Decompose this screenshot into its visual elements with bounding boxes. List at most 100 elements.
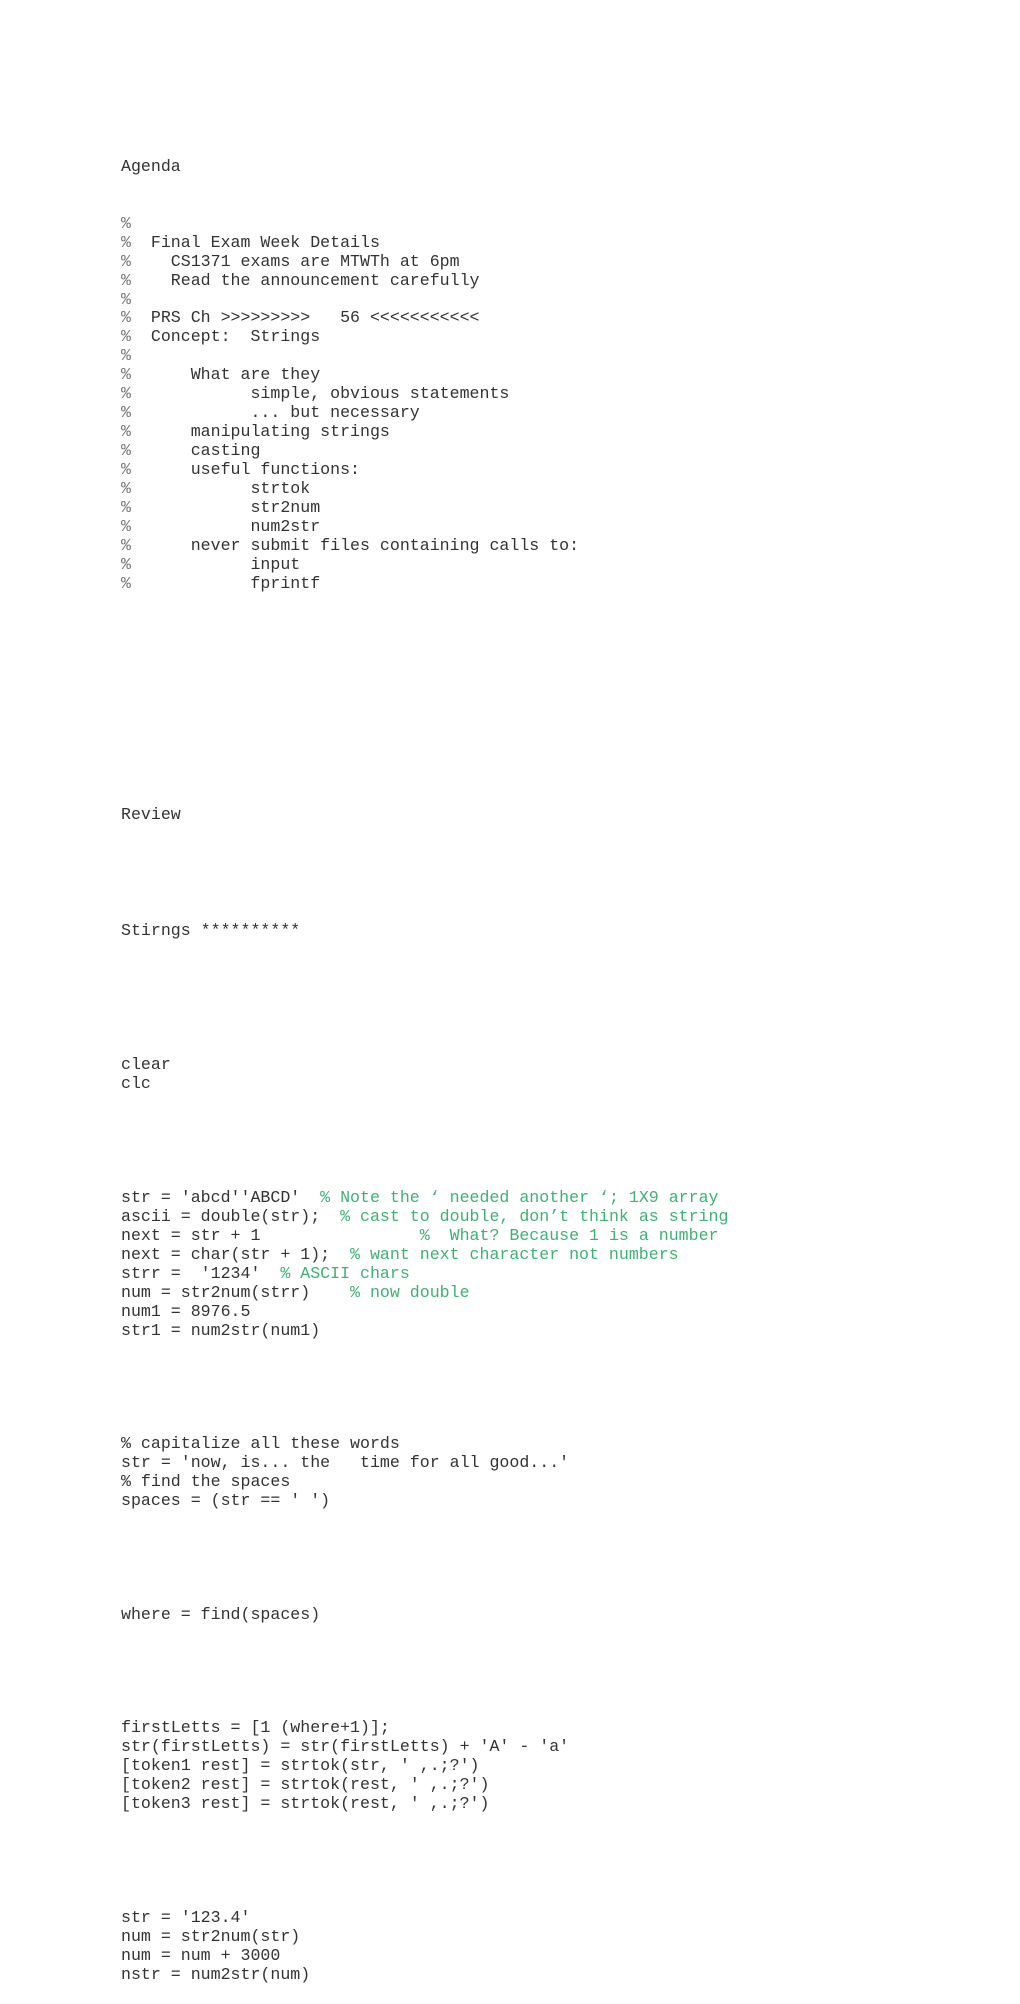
agenda-line-text: PRS Ch >>>>>>>>> 56 <<<<<<<<<<< [130,308,480,328]
agenda-line: % [121,289,728,310]
comment-marker: % [121,535,131,555]
comment-marker: % [121,308,131,328]
agenda-line: % PRS Ch >>>>>>>>> 56 <<<<<<<<<<< [121,308,728,328]
agenda-line-text: Final Exam Week Details [130,232,380,252]
agenda-line: % fprintf [121,573,728,594]
comment-marker: % [121,441,131,460]
code-comment: % want next character not numbers [350,1244,679,1264]
code-comment: % cast to double, don’t think as string [340,1206,729,1226]
code-line: clc [121,1074,151,1094]
agenda-line: % [121,346,728,366]
agenda-line: % casting [121,441,728,461]
comment-marker: % [121,516,131,536]
code-line: str1 = num2str(num1) [121,1320,728,1341]
code-line: % find the spaces [121,1472,291,1492]
review-heading: Review [121,804,181,824]
comment-marker: % [121,384,131,404]
agenda-line: % manipulating strings [121,422,728,442]
code-line: next = str + 1 % What? Because 1 is a nu… [121,1225,728,1246]
agenda-line-text: input [130,554,301,574]
agenda-list: %% Final Exam Week Details% CS1371 exams… [121,213,728,594]
code-line: str = 'now, is... the time for all good.… [121,1453,570,1473]
code-block-str2num: str = '123.4' num = str2num(str) num = num… [121,1907,728,1985]
code-line: str = '123.4' [121,1907,251,1927]
comment-marker: % [121,573,131,593]
code-line: spaces = (str == ' ') [121,1491,331,1511]
comment-marker: % [121,365,131,385]
agenda-line-text: fprintf [130,573,321,593]
comment-marker: % [121,403,131,423]
code-line: num1 = 8976.5 [121,1302,728,1322]
code-comment: % now double [350,1282,470,1302]
code-line: firstLetts = [1 (where+1)]; [121,1718,390,1738]
agenda-line-text: casting [130,441,261,460]
agenda-line: % What are they [121,365,728,385]
code-line: next = char(str + 1); % want next charac… [121,1244,728,1265]
comment-marker: % [121,554,131,574]
code-line: % capitalize all these words [121,1434,400,1454]
agenda-line-text: num2str [130,516,321,536]
code-text: ascii = double(str); [121,1206,341,1226]
code-line: ascii = double(str); % cast to double, d… [121,1206,729,1227]
agenda-line: % never submit files containing calls to… [121,535,728,556]
agenda-line: % useful functions: [121,459,728,480]
agenda-line-text: What are they [130,365,321,385]
code-line: num = str2num(str) [121,1926,301,1946]
code-block-capitalize: % capitalize all these words str = 'now, … [121,1434,728,1511]
code-line: [token3 rest] = strtok(rest, ' ,.;?') [121,1794,490,1814]
agenda-line: % simple, obvious statements [121,384,728,404]
agenda-line-text: Concept: Strings [130,327,321,347]
code-comment: % ASCII chars [280,1263,410,1283]
code-block-casting: str = 'abcd''ABCD' % Note the ‘ needed a… [121,1188,729,1341]
code-text: next = char(str + 1); [121,1244,351,1264]
comment-marker: % [121,422,131,442]
code-line: [token1 rest] = strtok(str, ' ,.;?') [121,1756,480,1776]
code-text: strr = '1234' [121,1263,281,1283]
code-line: str(firstLetts) = str(firstLetts) + 'A' … [121,1737,570,1757]
comment-marker: % [121,289,131,309]
agenda-line: % strtok [121,478,728,499]
agenda-line: % ... but necessary [121,403,728,423]
comment-marker: % [121,270,131,290]
code-line: strr = '1234' % ASCII chars [121,1263,728,1284]
code-block-find: where = find(spaces) [121,1604,728,1625]
code-comment: % What? Because 1 is a number [419,1225,719,1245]
comment-marker: % [121,346,131,366]
comment-marker: % [121,459,131,479]
agenda-line: % CS1371 exams are MTWTh at 6pm [121,251,728,272]
agenda-line-text: str2num [130,497,321,517]
code-text: next = str + 1 [121,1225,420,1245]
comment-marker: % [121,251,131,271]
agenda-line-text: manipulating strings [130,422,390,442]
agenda-line: % Read the announcement carefully [121,270,728,291]
code-line: where = find(spaces) [121,1604,321,1624]
code-text: num = str2num(strr) [121,1282,351,1302]
code-text: str1 = num2str(num1) [121,1320,321,1340]
agenda-line-text: strtok [130,478,311,498]
agenda-line: % Final Exam Week Details [121,232,728,253]
agenda-line: % input [121,554,728,575]
code-comment: % Note the ‘ needed another ‘; 1X9 array [320,1188,719,1208]
code-text: str = 'abcd''ABCD' [121,1188,321,1208]
code-line: str = 'abcd''ABCD' % Note the ‘ needed a… [121,1188,728,1208]
code-block-clear: clear clc [121,1055,728,1094]
agenda-line: % Concept: Strings [121,327,728,347]
code-line: nstr = num2str(num) [121,1964,311,1984]
code-block-strtok: firstLetts = [1 (where+1)]; str(firstLett… [121,1719,728,1814]
code-line: [token2 rest] = strtok(rest, ' ,.;?') [121,1775,490,1795]
agenda-heading: Agenda [121,156,181,176]
comment-marker: % [121,327,131,347]
agenda-line-text: never submit files containing calls to: [130,535,580,555]
comment-marker: % [121,478,131,498]
document-page: Agenda %% Final Exam Week Details% CS137… [121,120,728,2004]
agenda-line: % str2num [121,497,728,518]
code-line: num = num + 3000 [121,1945,281,1965]
agenda-line-text: Read the announcement carefully [130,270,480,290]
agenda-line: % [121,213,728,234]
agenda-line-text: ... but necessary [130,403,420,423]
strings-heading: Stirngs ********** [121,920,301,940]
agenda-line-text: simple, obvious statements [130,384,510,404]
comment-marker: % [121,213,131,233]
agenda-line: % num2str [121,516,728,537]
agenda-line-text: CS1371 exams are MTWTh at 6pm [130,251,460,271]
